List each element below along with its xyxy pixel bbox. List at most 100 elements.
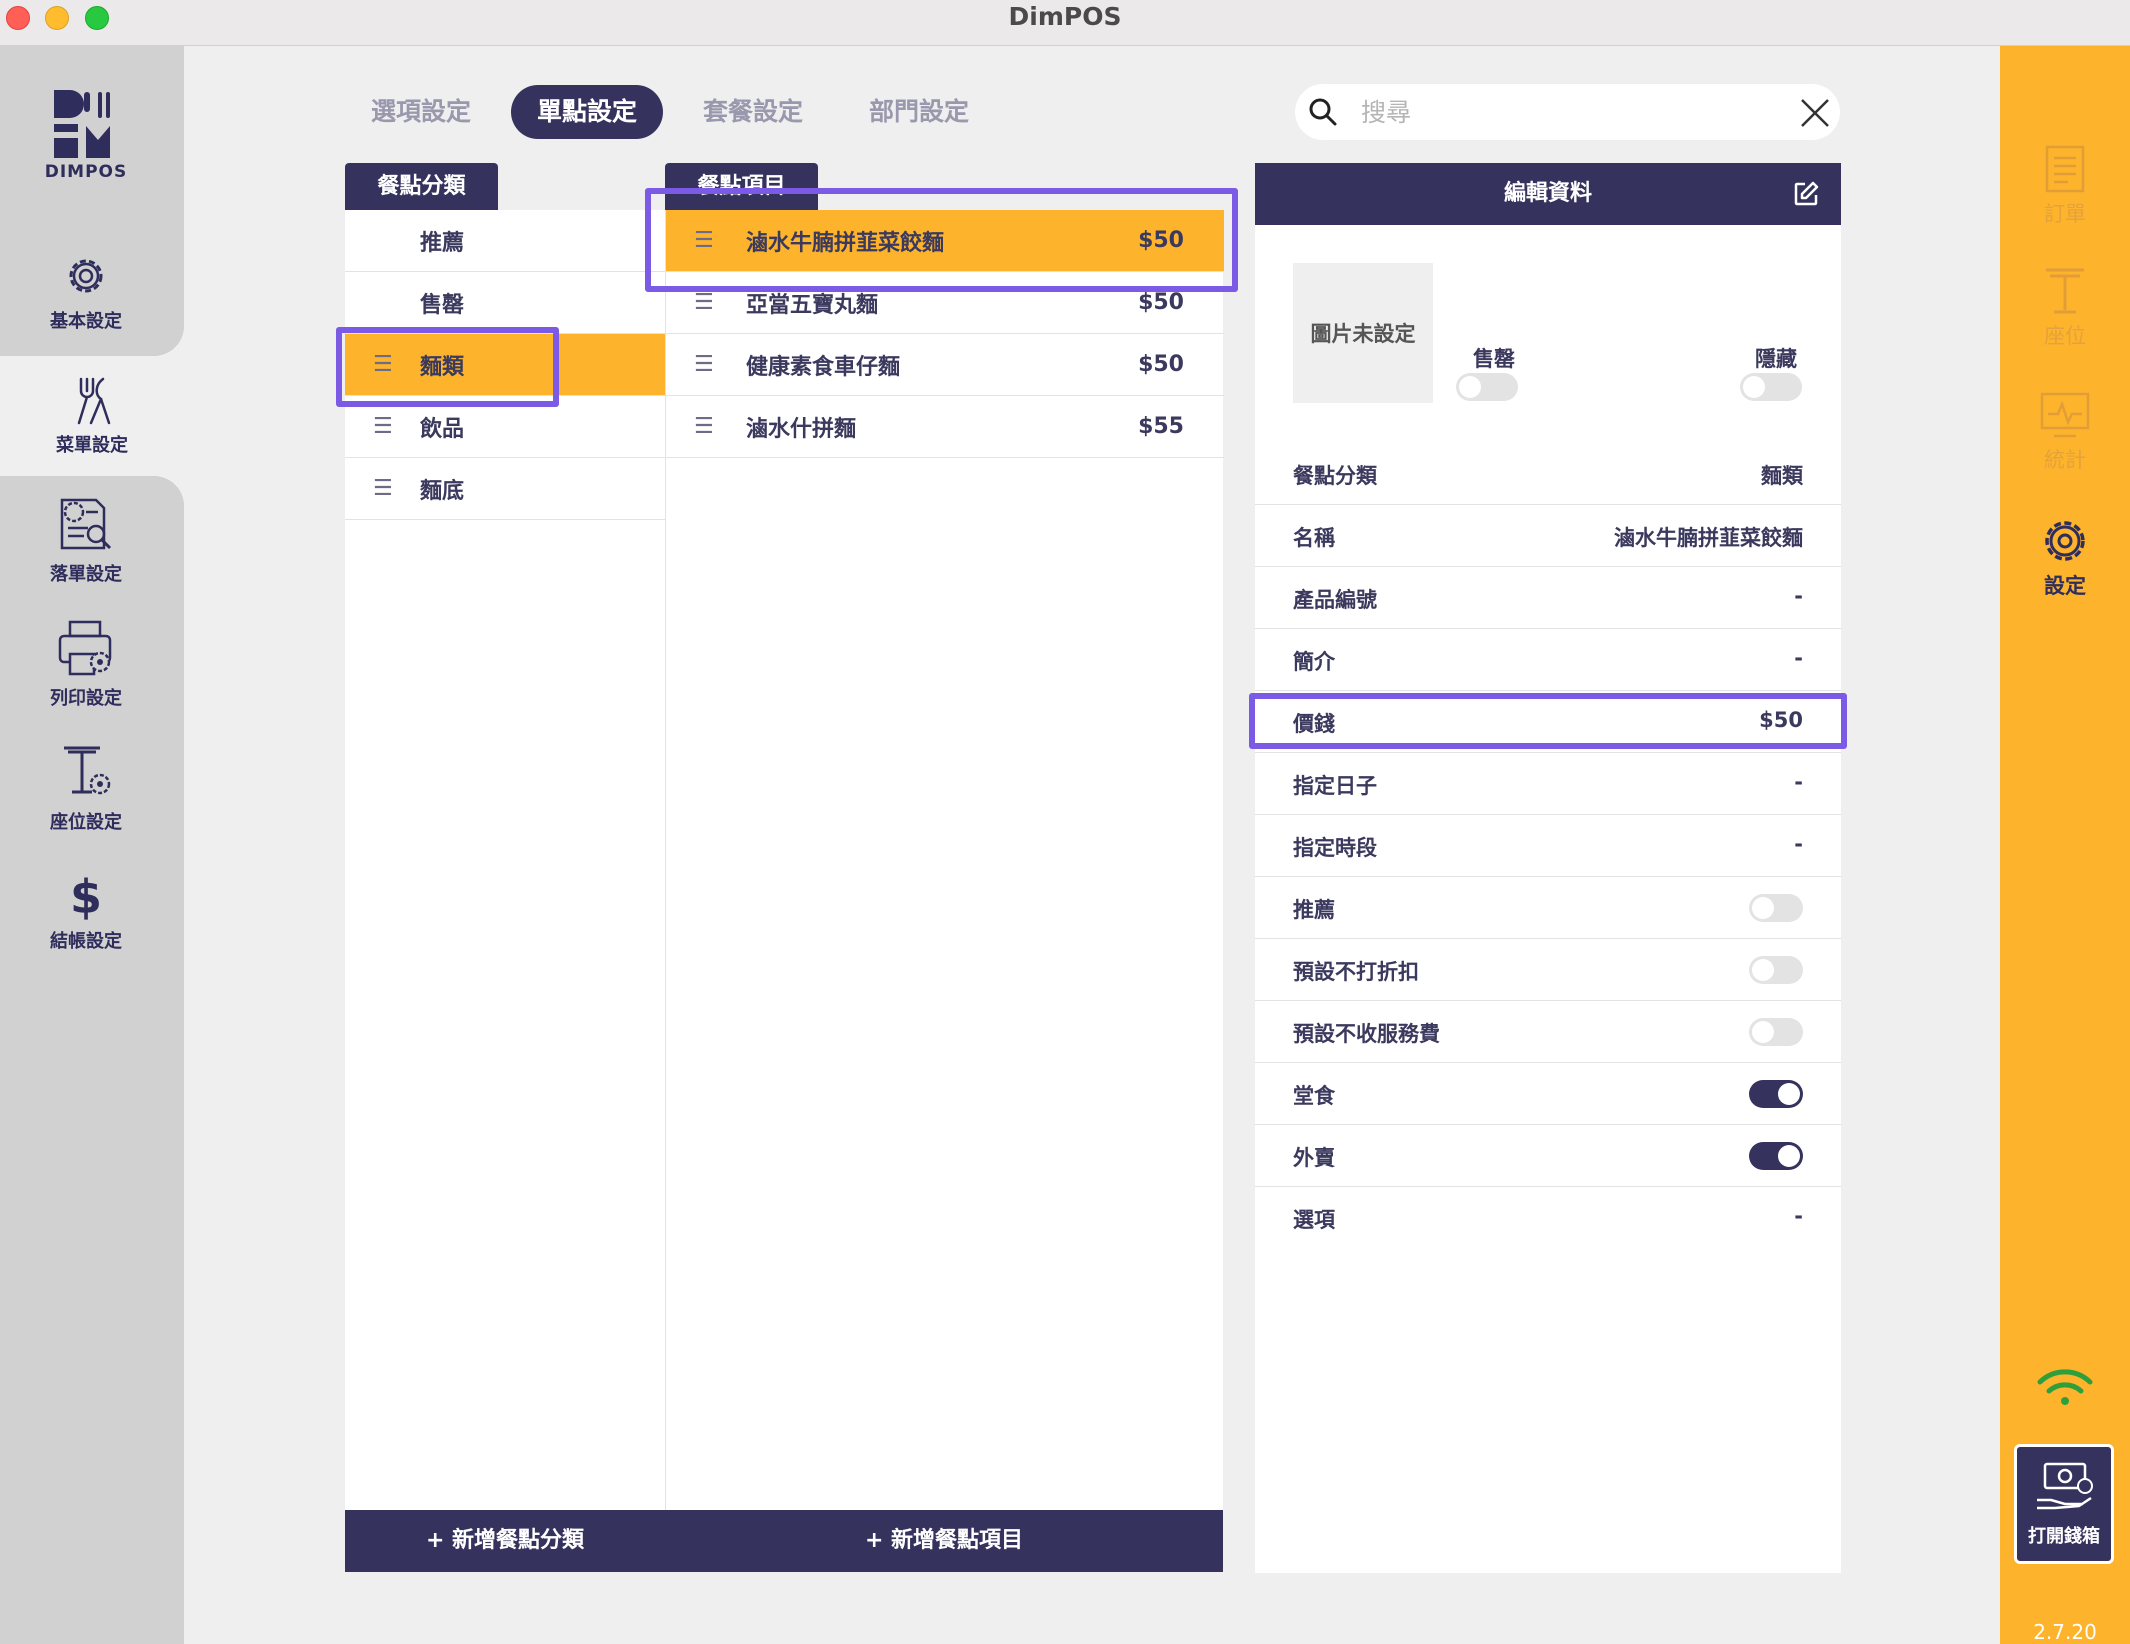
item-image-placeholder[interactable]: 圖片未設定 xyxy=(1293,263,1433,403)
sold-out-toggle[interactable] xyxy=(1456,373,1518,401)
dollar-icon: $ xyxy=(70,871,102,921)
edit-icon[interactable] xyxy=(1793,181,1819,207)
search-icon xyxy=(1309,98,1337,126)
tab-options[interactable]: 選項設定 xyxy=(345,85,497,139)
nav-menu-settings[interactable]: 菜單設定 xyxy=(0,326,184,506)
tab-single-items[interactable]: 單點設定 xyxy=(511,85,664,139)
no-service-charge-toggle[interactable] xyxy=(1749,1018,1803,1046)
order-settings-icon xyxy=(60,498,112,550)
toggle-key: 堂食 xyxy=(1293,1084,1335,1108)
nav-basic-settings[interactable]: 基本設定 xyxy=(0,232,172,352)
nav-print-settings[interactable]: 列印設定 xyxy=(0,604,172,724)
field-key: 簡介 xyxy=(1293,650,1335,674)
item-price: $50 xyxy=(1138,290,1184,315)
cashbox-label: 打開錢箱 xyxy=(2028,1526,2100,1547)
hidden-toggle[interactable] xyxy=(1740,373,1802,401)
nav-orders[interactable]: 訂單 xyxy=(2000,144,2130,228)
toggle-row-recommended: 推薦 xyxy=(1255,877,1841,939)
open-cash-drawer-button[interactable]: 打開錢箱 xyxy=(2014,1444,2114,1564)
app-version: 2.7.20 xyxy=(2033,1620,2097,1644)
nav-label: 基本設定 xyxy=(50,311,122,332)
category-row[interactable]: 售罄 xyxy=(345,272,665,334)
window-title: DimPOS xyxy=(1008,2,1122,31)
category-name: 售罄 xyxy=(420,292,465,318)
wifi-icon xyxy=(2037,1369,2093,1405)
nav-label: 列印設定 xyxy=(50,688,122,709)
dimpos-logo: DIMPOS xyxy=(0,88,172,182)
add-item-button[interactable]: + 新增餐點項目 xyxy=(665,1510,1223,1572)
nav-order-settings[interactable]: 落單設定 xyxy=(0,480,172,600)
sold-out-label: 售罄 xyxy=(1473,347,1515,371)
settings-tabs: 選項設定 單點設定 套餐設定 部門設定 xyxy=(345,85,1009,139)
drag-handle-icon[interactable]: ☰ xyxy=(694,352,714,377)
item-row[interactable]: ☰ 滷水什拼麵 $55 xyxy=(666,396,1224,458)
toggle-key: 預設不打折扣 xyxy=(1293,960,1419,984)
svg-text:$: $ xyxy=(70,871,102,921)
field-row-category[interactable]: 餐點分類 麵類 xyxy=(1255,443,1841,505)
field-row-options[interactable]: 選項 - xyxy=(1255,1187,1841,1249)
toggle-row-takeaway: 外賣 xyxy=(1255,1125,1841,1187)
takeaway-toggle[interactable] xyxy=(1749,1142,1803,1170)
field-row-specified-days[interactable]: 指定日子 - xyxy=(1255,753,1841,815)
table-icon xyxy=(2046,268,2084,314)
drag-handle-icon[interactable]: ☰ xyxy=(694,290,714,315)
right-nav-label: 統計 xyxy=(2044,448,2086,472)
category-row[interactable]: 推薦 xyxy=(345,210,665,272)
hidden-label: 隱藏 xyxy=(1755,347,1797,371)
nav-label: 菜單設定 xyxy=(56,435,128,456)
detail-header: 編輯資料 xyxy=(1255,163,1841,225)
nav-label: 結帳設定 xyxy=(50,931,122,952)
no-discount-toggle[interactable] xyxy=(1749,956,1803,984)
toggle-key: 外賣 xyxy=(1293,1146,1335,1170)
field-value: - xyxy=(1794,584,1803,608)
drag-handle-icon[interactable]: ☰ xyxy=(373,414,393,439)
field-key: 選項 xyxy=(1293,1208,1335,1232)
field-value: 麵類 xyxy=(1761,464,1803,488)
table-settings-icon xyxy=(64,746,111,795)
item-name: 健康素食車仔麵 xyxy=(746,354,901,380)
toggle-key: 預設不收服務費 xyxy=(1293,1022,1440,1046)
drag-handle-icon[interactable]: ☰ xyxy=(373,476,393,501)
nav-label: 落單設定 xyxy=(50,564,122,585)
category-row[interactable]: ☰ 麵底 xyxy=(345,458,665,520)
fork-knife-icon xyxy=(77,377,111,425)
highlight-selected-item xyxy=(645,188,1238,292)
field-row-name[interactable]: 名稱 滷水牛腩拼韮菜餃麵 xyxy=(1255,505,1841,567)
field-row-description[interactable]: 簡介 - xyxy=(1255,629,1841,691)
dine-in-toggle[interactable] xyxy=(1749,1080,1803,1108)
highlight-selected-category xyxy=(336,327,559,407)
field-value: - xyxy=(1794,832,1803,856)
nav-label: 座位設定 xyxy=(50,812,122,833)
add-category-button[interactable]: + 新增餐點分類 xyxy=(345,1510,665,1572)
field-row-product-code[interactable]: 產品編號 - xyxy=(1255,567,1841,629)
field-key: 指定日子 xyxy=(1293,774,1377,798)
nav-settings[interactable]: 設定 xyxy=(2000,516,2130,600)
item-price: $55 xyxy=(1138,414,1184,439)
recommended-toggle[interactable] xyxy=(1749,894,1803,922)
receipt-icon xyxy=(2045,145,2085,193)
search-bar xyxy=(1295,84,1840,140)
search-input[interactable] xyxy=(1361,92,1761,132)
nav-statistics[interactable]: 統計 xyxy=(2000,390,2130,474)
nav-table-settings[interactable]: 座位設定 xyxy=(0,728,172,848)
field-key: 名稱 xyxy=(1293,526,1335,550)
field-row-specified-period[interactable]: 指定時段 - xyxy=(1255,815,1841,877)
item-row[interactable]: ☰ 健康素食車仔麵 $50 xyxy=(666,334,1224,396)
field-value: - xyxy=(1794,770,1803,794)
nav-checkout-settings[interactable]: $ 結帳設定 xyxy=(0,852,172,972)
tab-set-meals[interactable]: 套餐設定 xyxy=(677,85,829,139)
field-value: - xyxy=(1794,1204,1803,1228)
tab-departments[interactable]: 部門設定 xyxy=(843,85,995,139)
field-key: 餐點分類 xyxy=(1293,464,1377,488)
left-sidebar: DIMPOS 基本設定 菜單設定 落單設定 列印設定 座位設定 $ 結帳設定 xyxy=(0,46,184,1644)
nav-tables[interactable]: 座位 xyxy=(2000,266,2130,350)
right-nav-label: 訂單 xyxy=(2044,202,2086,226)
field-key: 產品編號 xyxy=(1293,588,1377,612)
field-key: 指定時段 xyxy=(1293,836,1377,860)
toggle-row-no-service-charge: 預設不收服務費 xyxy=(1255,1001,1841,1063)
clear-search-icon[interactable] xyxy=(1798,96,1832,130)
category-name: 推薦 xyxy=(420,230,465,256)
drag-handle-icon[interactable]: ☰ xyxy=(694,414,714,439)
cash-drawer-icon xyxy=(2037,1462,2093,1510)
item-list: ☰ 滷水牛腩拼韮菜餃麵 $50 ☰ 亞當五寶丸麵 $50 ☰ 健康素食車仔麵 $… xyxy=(665,210,1224,1510)
